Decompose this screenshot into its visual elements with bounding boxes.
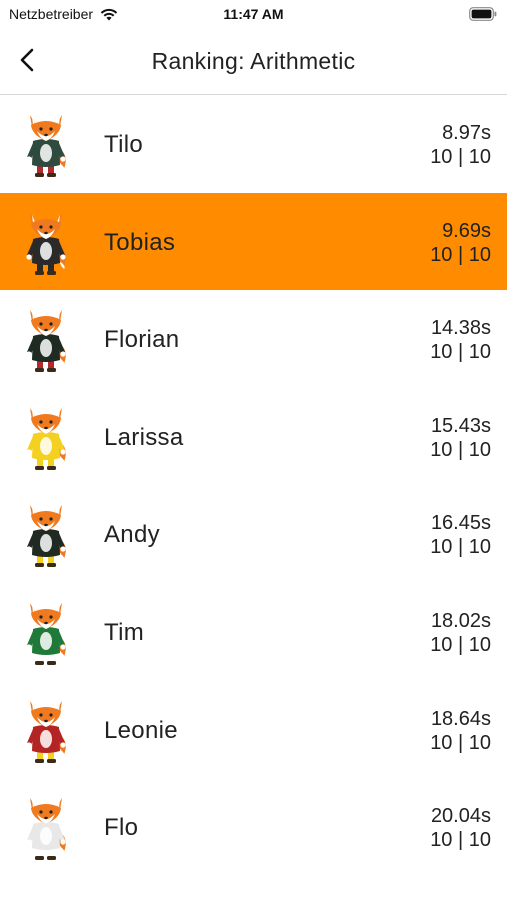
player-time: 9.69s — [442, 219, 491, 242]
ranking-row[interactable]: Flo 20.04s 10 | 10 — [0, 778, 507, 876]
player-stats: 15.43s 10 | 10 — [430, 414, 491, 462]
player-time: 18.02s — [430, 609, 491, 632]
player-stats: 16.45s 10 | 10 — [430, 511, 491, 559]
fox-avatar-icon — [26, 700, 66, 763]
fox-avatar-icon — [26, 115, 66, 177]
player-name: Larissa — [104, 423, 184, 451]
player-name: Tim — [104, 618, 144, 646]
fox-avatar-icon — [26, 310, 66, 373]
player-score: 10 | 10 — [430, 438, 491, 461]
player-stats: 18.64s 10 | 10 — [430, 707, 491, 755]
player-name: Florian — [104, 326, 180, 354]
player-score: 10 | 10 — [430, 829, 491, 852]
ranking-row[interactable]: Tim 18.02s 10 | 10 — [0, 582, 507, 681]
player-time: 14.38s — [430, 317, 491, 340]
player-time: 20.04s — [430, 805, 491, 828]
player-name: Tobias — [104, 228, 176, 256]
player-time: 15.43s — [430, 414, 491, 437]
player-score: 10 | 10 — [430, 341, 491, 364]
ranking-row[interactable]: Leonie 18.64s 10 | 10 — [0, 680, 507, 779]
fox-avatar-icon — [26, 407, 66, 470]
fox-avatar-icon — [26, 212, 66, 275]
player-time: 16.45s — [430, 512, 491, 535]
ranking-row[interactable]: Larissa 15.43s 10 | 10 — [0, 387, 507, 486]
fox-avatar-icon — [26, 602, 66, 665]
ranking-row[interactable]: Tobias 9.69s 10 | 10 — [0, 192, 507, 291]
player-score: 10 | 10 — [430, 731, 491, 754]
player-stats: 9.69s 10 | 10 — [430, 219, 491, 267]
player-stats: 14.38s 10 | 10 — [430, 316, 491, 364]
player-name: Andy — [104, 521, 160, 549]
player-stats: 20.04s 10 | 10 — [430, 804, 491, 852]
player-name: Flo — [104, 814, 139, 842]
screen: Netzbetreiber 11:47 AM Ranking: Arithmet… — [0, 0, 507, 900]
ranking-list: Tilo 8.97s 10 | 10 Tobias 9.69s 10 | 10 Floria… — [0, 95, 507, 876]
page-title: Ranking: Arithmetic — [151, 48, 356, 74]
battery-icon — [469, 7, 497, 21]
fox-avatar-icon — [26, 798, 66, 861]
status-time: 11:47 AM — [223, 6, 284, 22]
ranking-row[interactable]: Tilo 8.97s 10 | 10 — [0, 95, 507, 193]
player-time: 8.97s — [442, 122, 491, 144]
ranking-row[interactable]: Andy 16.45s 10 | 10 — [0, 485, 507, 583]
player-score: 10 | 10 — [430, 243, 491, 266]
fox-avatar-icon — [26, 505, 66, 568]
player-name: Tilo — [104, 131, 143, 158]
player-time: 18.64s — [430, 707, 491, 730]
status-bar: Netzbetreiber 11:47 AM — [0, 0, 507, 28]
player-stats: 18.02s 10 | 10 — [430, 609, 491, 657]
player-score: 10 | 10 — [430, 633, 491, 656]
player-stats: 8.97s 10 | 10 — [430, 121, 491, 169]
player-score: 10 | 10 — [430, 146, 491, 168]
player-score: 10 | 10 — [430, 536, 491, 559]
ranking-row[interactable]: Florian 14.38s 10 | 10 — [0, 290, 507, 388]
navigation-bar: Ranking: Arithmetic — [0, 28, 507, 95]
player-name: Leonie — [104, 716, 178, 744]
